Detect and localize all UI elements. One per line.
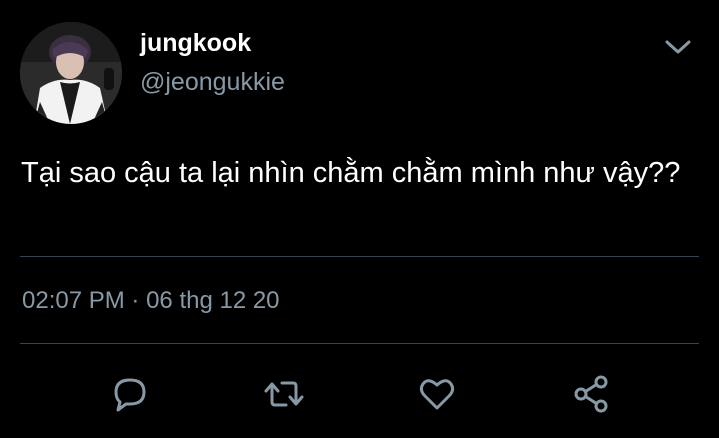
display-name[interactable]: jungkook [140,27,251,59]
tweet-text: Tại sao cậu ta lại nhìn chằm chằm mình n… [21,157,681,189]
reply-icon [114,378,146,412]
heart-icon [419,379,455,410]
avatar-image [20,22,122,124]
tweet-date: 06 thg 12 20 [146,287,280,314]
reply-button[interactable] [104,368,156,420]
chevron-down-icon[interactable] [660,32,696,62]
retweet-button[interactable] [258,368,310,420]
divider [20,343,699,344]
tweet-time: 02:07 PM [22,287,125,314]
tweet-timestamp[interactable]: 02:07 PM · 06 thg 12 20 [22,285,280,317]
avatar[interactable] [20,22,122,124]
retweet-icon [264,381,304,407]
share-button[interactable] [565,368,617,420]
share-icon [574,375,608,413]
divider [20,256,699,257]
user-handle[interactable]: @jeongukkie [140,66,285,98]
like-button[interactable] [411,368,463,420]
action-bar [0,368,719,420]
tweet-card: jungkook @jeongukkie Tại sao cậu ta lại … [0,0,719,438]
meta-separator: · [131,287,140,314]
